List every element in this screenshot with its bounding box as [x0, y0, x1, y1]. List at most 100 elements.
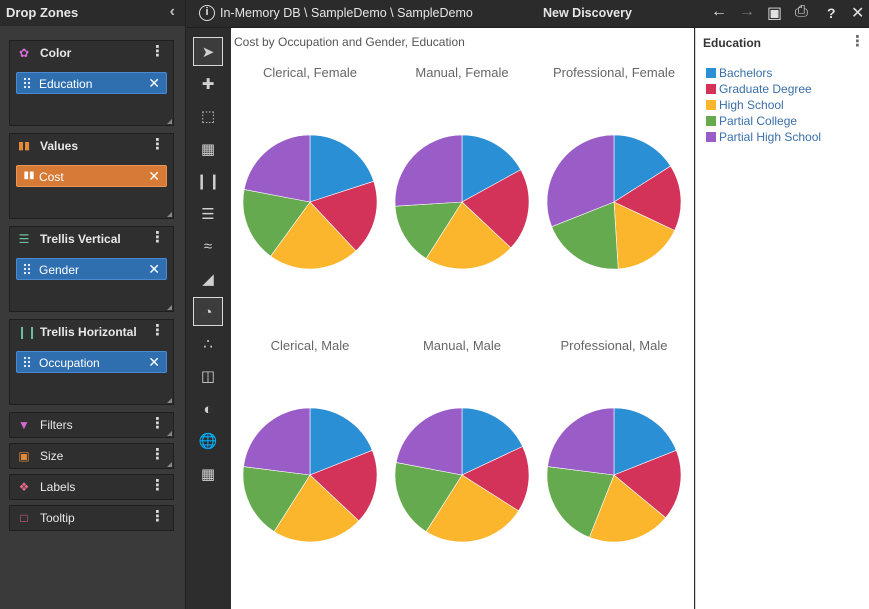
occupation-pill[interactable]: Occupation ✕: [16, 351, 167, 373]
bar-chart-icon[interactable]: ☰: [193, 200, 223, 229]
pie-panel-label: Clerical, Male: [270, 338, 350, 353]
remove-education-icon[interactable]: ✕: [148, 75, 160, 92]
line-chart-icon[interactable]: ≈: [193, 232, 223, 261]
tooltip-zone-header: □ Tooltip ⋮: [10, 506, 173, 532]
legend-label: Graduate Degree: [719, 82, 812, 96]
trellis-vertical-menu-icon[interactable]: ⋮: [150, 230, 165, 246]
trellis-vertical-label: Trellis Vertical: [40, 232, 121, 246]
drag-grip-icon[interactable]: [23, 263, 31, 276]
pie-chart-icon[interactable]: ◔: [193, 297, 223, 326]
labels-zone-menu-icon[interactable]: ⋮: [150, 478, 165, 494]
pie-slice[interactable]: [243, 407, 311, 476]
tooltip-zone[interactable]: □ Tooltip ⋮: [9, 505, 174, 531]
pie-panel-label: Professional, Female: [552, 65, 676, 80]
drop-zones-panel: Drop Zones ‹ ✿ Color ⋮ Education ✕ ▮▮ Va…: [0, 0, 186, 609]
education-pill-label: Education: [39, 77, 93, 91]
filters-zone[interactable]: ▼ Filters ⋮: [9, 412, 174, 438]
gender-pill-label: Gender: [39, 263, 80, 277]
save-icon[interactable]: ▣: [767, 3, 782, 23]
grid-table-icon[interactable]: ▦: [193, 135, 223, 164]
color-zone-header: ✿ Color ⋮: [10, 41, 173, 67]
info-icon[interactable]: i: [199, 5, 215, 21]
remove-gender-icon[interactable]: ✕: [148, 261, 160, 278]
filters-zone-menu-icon[interactable]: ⋮: [150, 416, 165, 432]
trellis-horizontal-label: Trellis Horizontal: [40, 325, 137, 339]
trellis-horizontal-zone[interactable]: ❙❙ Trellis Horizontal ⋮ Occupation ✕: [9, 319, 174, 405]
drag-grip-icon[interactable]: [23, 77, 31, 90]
trellis-vertical-zone[interactable]: ☰ Trellis Vertical ⋮ Gender ✕: [9, 226, 174, 312]
labels-zone[interactable]: ❖ Labels ⋮: [9, 474, 174, 500]
legend-label: Partial High School: [719, 130, 822, 144]
legend-title: Education: [703, 36, 762, 50]
pie-slice[interactable]: [547, 407, 615, 476]
drag-grip-icon[interactable]: [23, 356, 31, 369]
size-zone-menu-icon[interactable]: ⋮: [150, 447, 165, 463]
visual-tools-strip: ➤ ✚ ⬚ ▦ ❙❙ ☰ ≈ ◢ ◔ ∴ ◫ ◐ 🌐 ▦: [187, 28, 230, 609]
more-visuals-icon[interactable]: ▦: [193, 460, 223, 489]
occupation-pill-label: Occupation: [39, 356, 100, 370]
values-zone[interactable]: ▮▮ Values ⋮ ▮▮ Cost ✕: [9, 133, 174, 219]
color-zone-menu-icon[interactable]: ⋮: [150, 44, 165, 60]
legend-panel: Education ⋮ Bachelors Graduate Degree High…: [695, 28, 869, 609]
gauge-icon[interactable]: ◐: [193, 395, 223, 424]
remove-cost-icon[interactable]: ✕: [148, 168, 160, 185]
cost-measure-icon: ▮▮: [23, 170, 35, 181]
lasso-select-icon[interactable]: ⬚: [193, 102, 223, 131]
labels-zone-header: ❖ Labels ⋮: [10, 475, 173, 501]
resize-corner-icon[interactable]: [167, 305, 172, 310]
resize-corner-icon[interactable]: [167, 212, 172, 217]
values-zone-header: ▮▮ Values ⋮: [10, 134, 173, 160]
gender-pill[interactable]: Gender ✕: [16, 258, 167, 280]
color-zone-label: Color: [40, 46, 72, 60]
pie-panel-label: Manual, Female: [415, 65, 509, 80]
size-zone[interactable]: ▣ Size ⋮: [9, 443, 174, 469]
resize-corner-icon[interactable]: [167, 398, 172, 403]
help-icon[interactable]: ?: [827, 5, 836, 21]
pie-slice[interactable]: [394, 134, 463, 207]
drop-zones-title: Drop Zones: [6, 5, 79, 20]
tooltip-zone-menu-icon[interactable]: ⋮: [150, 509, 165, 525]
legend-swatch: [706, 68, 716, 78]
data-source-path: In-Memory DB \ SampleDemo \ SampleDemo: [220, 6, 473, 20]
resize-corner-icon[interactable]: [167, 431, 172, 436]
area-chart-icon[interactable]: ◢: [193, 265, 223, 294]
legend-swatch: [706, 132, 716, 142]
resize-corner-icon[interactable]: [167, 119, 172, 124]
select-pointer-icon[interactable]: ➤: [193, 37, 223, 66]
legend-label: Bachelors: [719, 66, 773, 80]
values-zone-label: Values: [40, 139, 79, 153]
pie-panel-label: Professional, Male: [560, 338, 668, 353]
map-globe-icon[interactable]: 🌐: [193, 427, 223, 456]
trellis-horizontal-header: ❙❙ Trellis Horizontal ⋮: [10, 320, 173, 346]
color-zone[interactable]: ✿ Color ⋮ Education ✕: [9, 40, 174, 126]
values-zone-menu-icon[interactable]: ⋮: [150, 137, 165, 153]
trellis-vertical-header: ☰ Trellis Vertical ⋮: [10, 227, 173, 253]
pie-trellis-svg: [242, 134, 682, 543]
cost-pill-label: Cost: [39, 170, 64, 184]
tag-icon: ❖: [18, 480, 30, 494]
redo-arrow-icon[interactable]: →: [739, 3, 755, 21]
legend-menu-icon[interactable]: ⋮: [850, 34, 865, 50]
size-zone-header: ▣ Size ⋮: [10, 444, 173, 470]
undo-arrow-icon[interactable]: ←: [711, 3, 727, 21]
trellis-rows-icon: ☰: [18, 232, 30, 246]
treemap-icon[interactable]: ◫: [193, 362, 223, 391]
print-icon[interactable]: ⎙: [795, 3, 808, 21]
tooltip-zone-label: Tooltip: [40, 511, 75, 525]
pie-panel-label: Clerical, Female: [263, 65, 357, 80]
legend-swatch: [706, 84, 716, 94]
remove-occupation-icon[interactable]: ✕: [148, 354, 160, 371]
drop-zones-header: Drop Zones ‹: [0, 0, 185, 26]
collapse-chevron-icon[interactable]: ‹: [170, 3, 175, 21]
cost-pill[interactable]: ▮▮ Cost ✕: [16, 165, 167, 187]
close-icon[interactable]: ✕: [851, 3, 864, 23]
trellis-horizontal-menu-icon[interactable]: ⋮: [150, 323, 165, 339]
top-bar: i In-Memory DB \ SampleDemo \ SampleDemo…: [187, 0, 869, 28]
scatter-chart-icon[interactable]: ∴: [193, 330, 223, 359]
resize-corner-icon[interactable]: [167, 462, 172, 467]
app-window: Drop Zones ‹ ✿ Color ⋮ Education ✕ ▮▮ Va…: [0, 0, 869, 609]
education-pill[interactable]: Education ✕: [16, 72, 167, 94]
column-chart-icon[interactable]: ❙❙: [193, 167, 223, 196]
filter-funnel-icon: ▼: [18, 418, 30, 432]
crosshair-icon[interactable]: ✚: [193, 70, 223, 99]
